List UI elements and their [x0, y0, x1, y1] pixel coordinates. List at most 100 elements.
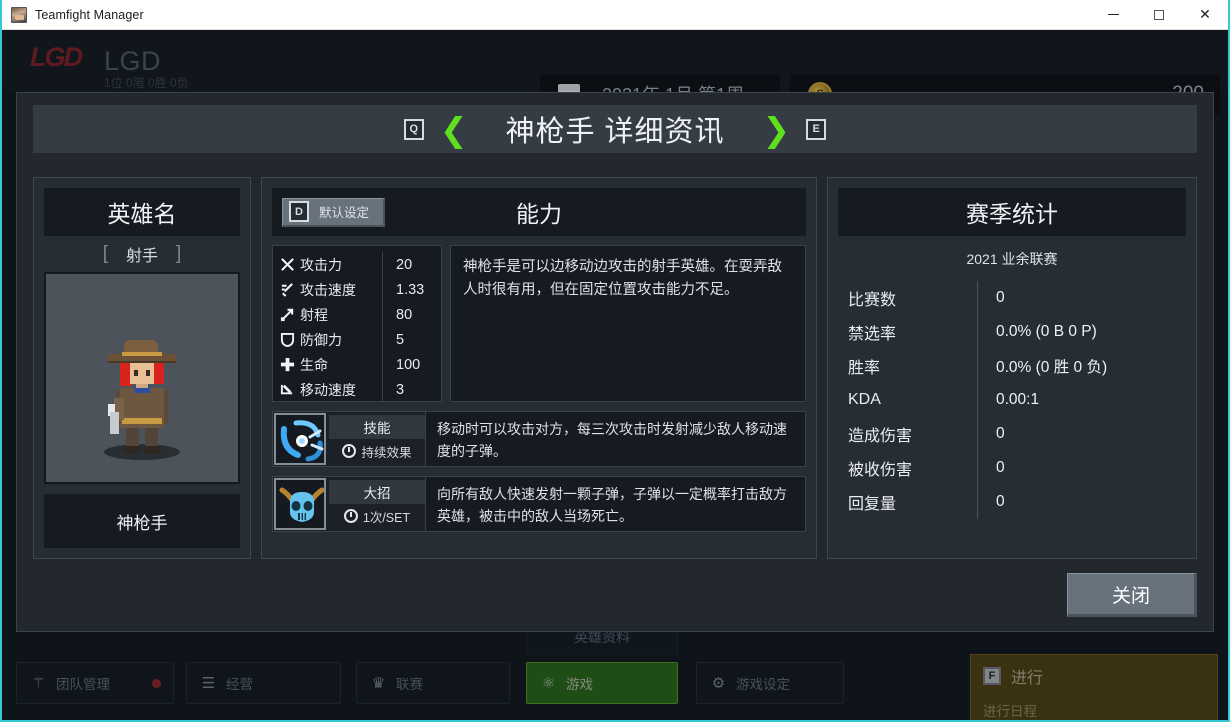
nav-item-game[interactable]: ⚛ 游戏: [526, 662, 678, 704]
close-window-button[interactable]: ✕: [1182, 0, 1228, 30]
ultimate-description: 向所有敌人快速发射一颗子弹，子弹以一定概率打击敌方英雄，被击中的敌人当场死亡。: [425, 477, 805, 531]
notification-dot: [152, 678, 161, 688]
season-stats-table: 比赛数 禁选率 胜率 KDA 造成伤害 被收伤害 回复量 0 0.0% (0 B…: [838, 281, 1186, 519]
move-speed-icon: [279, 382, 295, 398]
maximize-button[interactable]: [1136, 0, 1182, 30]
previous-hero-chevron-icon[interactable]: ❮: [440, 113, 468, 146]
nav-label: 经营: [226, 677, 253, 692]
bracket-left: [: [102, 243, 108, 264]
advance-schedule-panel[interactable]: F 进行 进行日程: [970, 654, 1218, 720]
advance-title: 进行: [1011, 670, 1044, 687]
document-icon: ☰: [201, 674, 216, 692]
season-stats-title: 赛季统计: [838, 188, 1186, 236]
gear-icon: ⚙: [711, 674, 726, 692]
season-value: 0: [996, 425, 1005, 442]
stat-value: 3: [396, 381, 405, 398]
season-league-name: 2021 业余联赛: [966, 251, 1058, 267]
key-e-icon: E: [806, 118, 827, 140]
ultimate-cooldown-row: 1次/SET: [329, 504, 425, 528]
stat-label: 防御力: [300, 331, 342, 348]
hero-description: 神枪手是可以边移动边攻击的射手英雄。在耍弄敌人时很有用，但在固定位置攻击能力不足…: [450, 245, 806, 402]
team-logo-text: LGD: [30, 42, 83, 72]
season-value: 0: [996, 459, 1005, 476]
team-name: LGD: [104, 45, 162, 76]
stat-move-speed: 移动速度: [279, 377, 382, 402]
nav-item-team-management[interactable]: ⚚ 团队管理: [16, 662, 174, 704]
ultimate-cooldown-label: 1次/SET: [362, 510, 411, 525]
stat-row: 攻击力 攻击速度 射程 防御力 生命 移动速度 20 1.33 80 5 100…: [272, 245, 806, 402]
key-d-icon: D: [289, 201, 309, 222]
skill-cooldown-label: 持续效果: [361, 445, 412, 460]
attack-speed-icon: [279, 282, 295, 298]
skill-meta: 技能 持续效果: [329, 412, 425, 466]
hero-detail-modal: Q ❮ 神枪手 详细资讯 ❯ E 英雄名 [ 射手 ] 神枪手 D 默认设定 能…: [16, 92, 1214, 632]
hero-card: 英雄名 [ 射手 ] 神枪手: [33, 177, 251, 559]
default-settings-button[interactable]: D 默认设定: [282, 197, 386, 227]
season-value: 0: [996, 493, 1005, 510]
season-label: 禁选率: [848, 326, 897, 343]
stat-attack-speed: 攻击速度: [279, 277, 382, 302]
range-icon: [279, 307, 295, 323]
nav-item-game-settings[interactable]: ⚙ 游戏设定: [696, 662, 844, 704]
season-label: KDA: [848, 391, 881, 408]
season-value: 0.00:1: [996, 391, 1040, 408]
season-value: 0.0% (0 B 0 P): [996, 323, 1097, 340]
page-title: 神枪手 详细资讯: [505, 116, 725, 148]
default-settings-label: 默认设定: [319, 206, 370, 220]
stat-table: 攻击力 攻击速度 射程 防御力 生命 移动速度 20 1.33 80 5 100…: [272, 245, 442, 402]
close-button[interactable]: 关闭: [1067, 573, 1197, 617]
ability-card: D 默认设定 能力 攻击力 攻击速度 射程 防御力 生命 移动速度 20 1.3…: [261, 177, 817, 559]
stat-label: 生命: [300, 356, 328, 373]
season-label: 回复量: [848, 496, 897, 513]
hero-name-header: 英雄名: [44, 188, 240, 236]
nav-item-league[interactable]: ♛ 联赛: [356, 662, 510, 704]
skill-name: 技能: [329, 415, 425, 439]
team-shield-icon: ⚚: [31, 674, 46, 692]
cooldown-icon: [342, 444, 357, 458]
hero-role-label: 射手: [125, 248, 158, 265]
stat-label: 攻击速度: [300, 281, 356, 298]
window-controls: ✕: [1090, 0, 1228, 30]
ultimate-name: 大招: [329, 480, 425, 504]
close-icon: ✕: [1199, 6, 1211, 23]
nav-label: 团队管理: [56, 677, 110, 692]
skill-row: 技能 持续效果 移动时可以攻击对方，每三次攻击时发射减少敌人移动速度的子弹。: [272, 411, 806, 467]
stat-value: 1.33: [396, 281, 425, 298]
nav-item-management[interactable]: ☰ 经营: [186, 662, 341, 704]
team-logo-icon: LGD GAMING: [30, 42, 92, 80]
hero-sprite-gunslinger-icon: [100, 332, 184, 464]
nav-label: 联赛: [396, 677, 423, 692]
next-hero-chevron-icon[interactable]: ❯: [763, 113, 791, 146]
stat-range: 射程: [279, 302, 382, 327]
stat-defense: 防御力: [279, 327, 382, 352]
modal-body: 英雄名 [ 射手 ] 神枪手 D 默认设定 能力 攻击力 攻击速度 射程 防御力…: [33, 177, 1197, 559]
team-standing: 1位 0階 0胜 0负: [104, 76, 189, 90]
hero-title: 神枪手: [44, 494, 240, 548]
ultimate-meta: 大招 1次/SET: [329, 477, 425, 531]
minimize-button[interactable]: [1090, 0, 1136, 30]
trophy-icon: ♛: [371, 674, 386, 692]
hero-portrait: [44, 272, 240, 484]
stat-health: 生命: [279, 352, 382, 377]
skill-cooldown-row: 持续效果: [329, 439, 425, 463]
stat-value: 80: [396, 306, 413, 323]
season-label: 胜率: [848, 360, 881, 377]
season-value: 0: [996, 289, 1005, 306]
season-values-column: 0 0.0% (0 B 0 P) 0.0% (0 胜 0 负) 0.00:1 0…: [978, 281, 1107, 519]
stat-value: 5: [396, 331, 405, 348]
stat-label: 射程: [300, 306, 328, 323]
season-label: 造成伤害: [848, 428, 913, 445]
stat-label: 移动速度: [300, 381, 356, 398]
advance-subtitle: 进行日程: [983, 704, 1037, 719]
skill-swirl-icon: [274, 413, 326, 465]
application-window: Teamfight Manager ✕ LGD GAMING LGD 1位 0階…: [0, 0, 1230, 722]
stat-label: 攻击力: [300, 256, 342, 273]
window-titlebar: Teamfight Manager ✕: [2, 0, 1228, 30]
bracket-right: ]: [176, 243, 182, 264]
game-viewport: LGD GAMING LGD 1位 0階 0胜 0负 2021年 1月 第1周 …: [2, 30, 1228, 720]
season-value: 0.0% (0 胜 0 负): [996, 359, 1108, 376]
health-icon: [279, 357, 295, 373]
modal-header: Q ❮ 神枪手 详细资讯 ❯ E: [33, 105, 1197, 153]
ultimate-skull-icon: [274, 478, 326, 530]
stat-value: 100: [396, 356, 421, 373]
